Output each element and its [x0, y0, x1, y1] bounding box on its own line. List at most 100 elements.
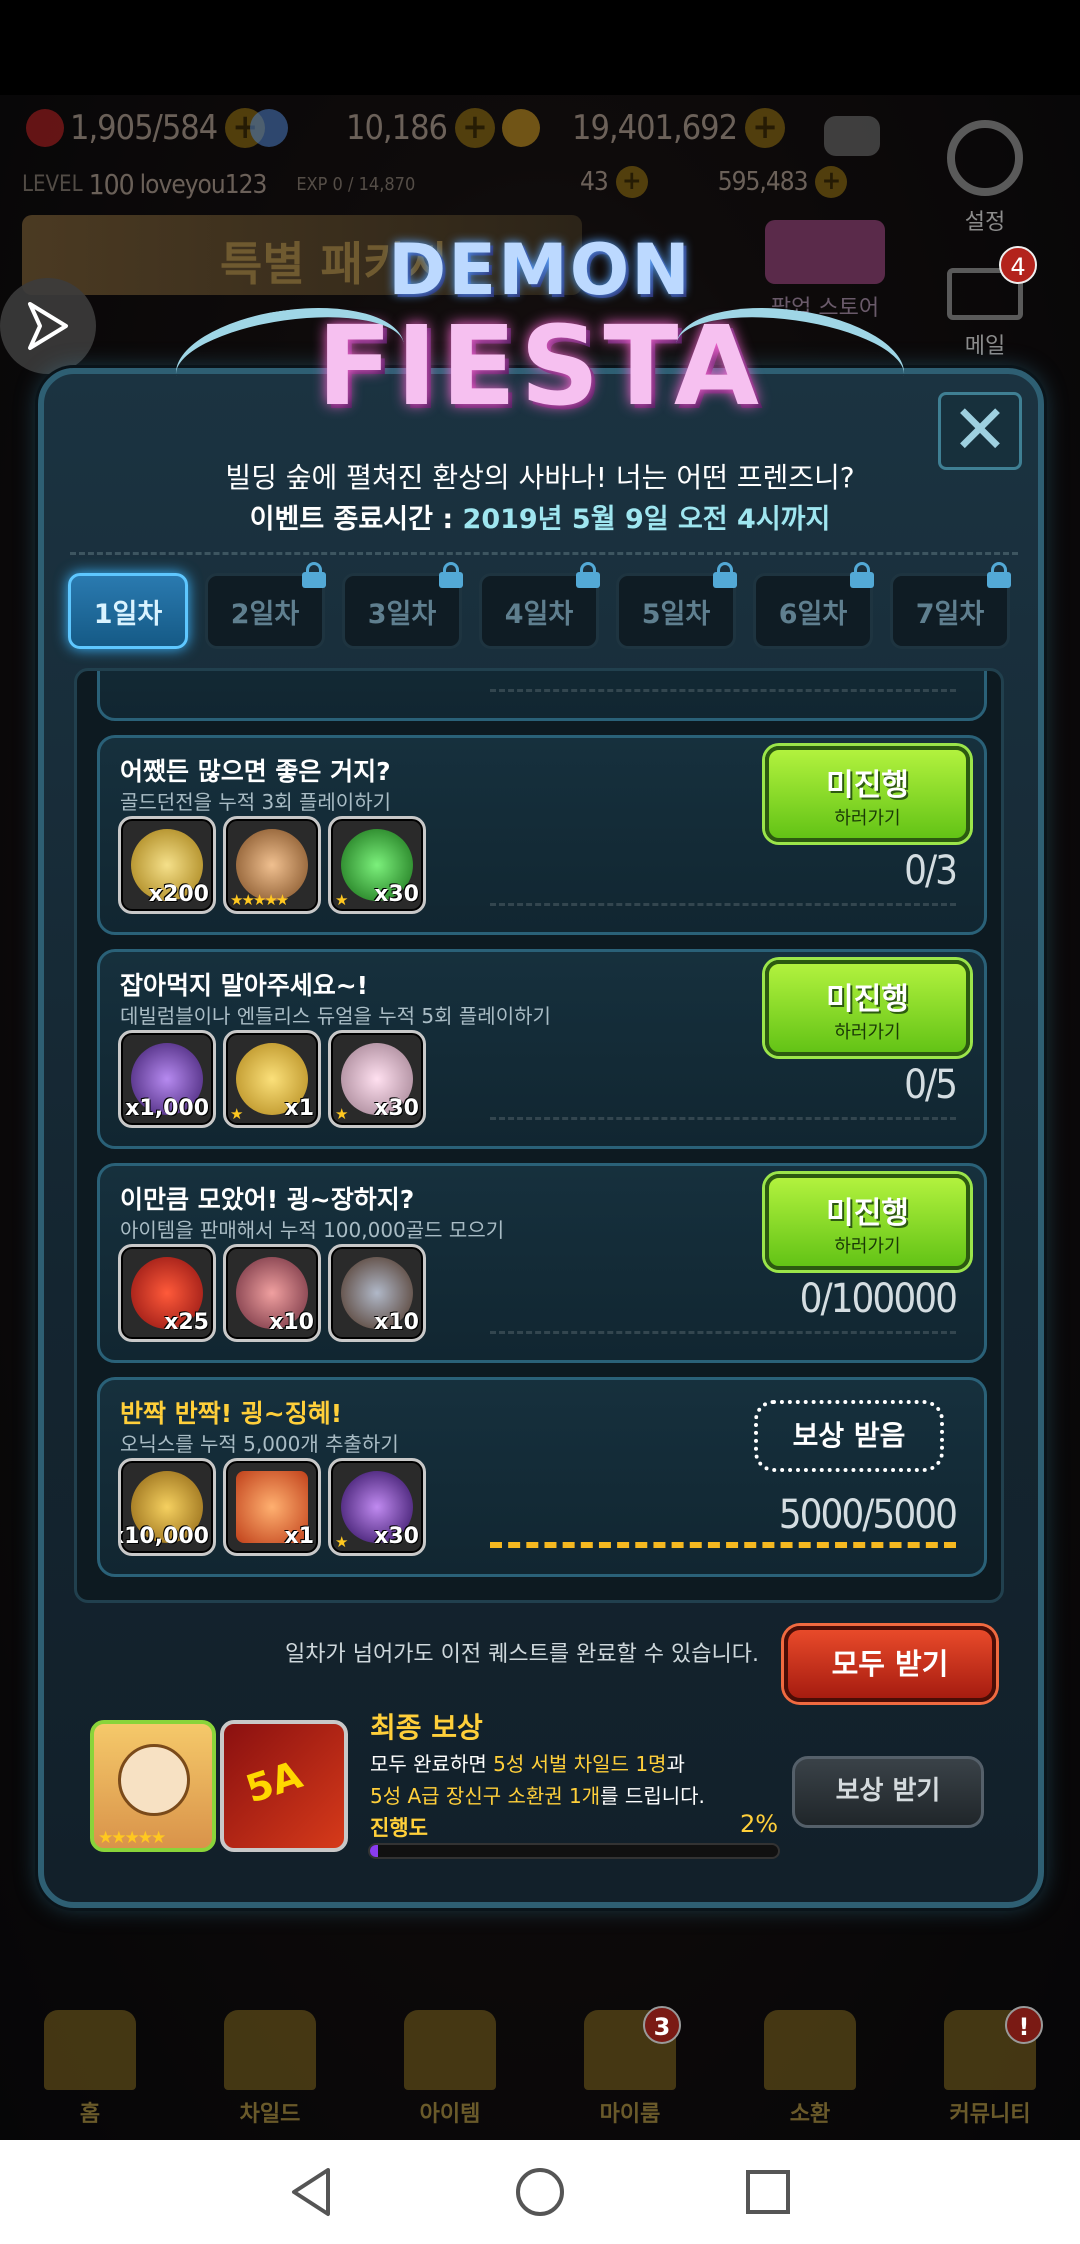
hud-gold: 19,401,692 + — [502, 108, 786, 148]
quest-progress-bar — [490, 1331, 956, 1334]
mail-badge: 4 — [999, 246, 1037, 284]
nav-label: 차일드 — [239, 2102, 301, 2127]
add-gems-button[interactable]: + — [455, 108, 495, 148]
home-button[interactable] — [488, 2140, 592, 2244]
tab-day-2[interactable]: 2일차 — [205, 562, 326, 649]
nav-item[interactable]: 아이템 — [375, 2010, 525, 2140]
reward-hammer[interactable]: x10 — [328, 1244, 426, 1342]
quest-progress: 5000/5000 — [778, 1492, 958, 1538]
recents-button[interactable] — [716, 2140, 820, 2244]
nav-label: 소환 — [789, 2102, 831, 2127]
quest-desc: 오닉스를 누적 5,000개 추출하기 — [120, 1432, 399, 1456]
summon-icon — [764, 2010, 856, 2090]
divider — [70, 552, 1018, 555]
item-icon — [404, 2010, 496, 2090]
tab-day-7[interactable]: 7일차 — [890, 562, 1011, 649]
ticket-label: 5A — [240, 1752, 308, 1812]
add-stat1-button[interactable]: + — [615, 166, 648, 198]
add-stat2-button[interactable]: + — [815, 166, 848, 198]
quest-go-button[interactable]: 미진행 하러가기 — [765, 746, 970, 842]
quest-go-button[interactable]: 미진행 하러가기 — [765, 1174, 970, 1270]
child-icon — [224, 2010, 316, 2090]
heart-icon — [26, 109, 64, 147]
tab-day-5[interactable]: 5일차 — [616, 562, 737, 649]
tab-label: 3일차 — [367, 598, 437, 630]
play-store-button[interactable] — [0, 278, 96, 374]
username: loveyou123 — [139, 169, 268, 200]
reward-onyx[interactable]: ★ x30 — [328, 1458, 426, 1556]
reward-stars: ★ — [230, 1105, 244, 1123]
final-reward-desc: 모두 완료하면 5성 서벌 차일드 1명과 5성 A급 장신구 소환권 1개를 … — [370, 1748, 705, 1812]
tab-day-3[interactable]: 3일차 — [342, 562, 463, 649]
lock-icon — [850, 562, 874, 588]
quest-list[interactable]: 어쨌든 많으면 좋은 거지? 골드던전을 누적 3회 플레이하기 x200 ★★… — [74, 668, 1004, 1603]
progress-percent: 2% — [740, 1810, 779, 1838]
gem-icon — [250, 109, 288, 147]
lock-icon — [713, 562, 737, 588]
tab-day-6[interactable]: 6일차 — [753, 562, 874, 649]
reward-crystal[interactable]: x10 — [223, 1244, 321, 1342]
reward-ticket[interactable]: x1 — [223, 1458, 321, 1556]
reward-pearl[interactable]: ★ x30 — [328, 1030, 426, 1128]
tab-label: 5일차 — [641, 598, 711, 630]
reward-qty: x10 — [374, 1310, 419, 1335]
desc-text: 를 드립니다. — [600, 1784, 705, 1808]
quest-go-button[interactable]: 미진행 하러가기 — [765, 960, 970, 1056]
chat-icon[interactable] — [824, 116, 880, 156]
quest-progress: 0/100000 — [799, 1276, 958, 1322]
hearts-value: 1,905/584 — [70, 108, 218, 148]
nav-child[interactable]: 차일드 — [195, 2010, 345, 2140]
reward-qty: x25 — [164, 1310, 209, 1335]
settings-label: 설정 — [964, 210, 1006, 235]
home-icon — [44, 2010, 136, 2090]
level-label: LEVEL — [22, 172, 83, 197]
hud-gems: 10,186 + — [250, 108, 495, 148]
play-icon — [28, 302, 68, 350]
quest-title: 어쨌든 많으면 좋은 거지? — [120, 757, 391, 786]
reward-list: x1,000 ★ x1 ★ x30 — [118, 1030, 433, 1128]
tab-day-4[interactable]: 4일차 — [479, 562, 600, 649]
claim-final-button[interactable]: 보상 받기 — [792, 1756, 984, 1828]
reward-stars: ★★★★★ — [230, 891, 289, 909]
lock-icon — [987, 562, 1011, 588]
gems-value: 10,186 — [346, 108, 448, 148]
quest-title: 이만큼 모았어! 굉~장하지? — [120, 1185, 415, 1214]
tab-day-1[interactable]: 1일차 — [68, 573, 188, 649]
nav-summon[interactable]: 소환 — [735, 2010, 885, 2140]
reward-list: x200 ★★★★★ ★ x30 — [118, 816, 433, 914]
tab-label: 2일차 — [230, 598, 300, 630]
reward-qty: x200 — [148, 882, 209, 907]
nav-label: 아이템 — [419, 2102, 481, 2127]
lock-icon — [439, 562, 463, 588]
quest-progress-bar — [490, 1542, 956, 1548]
reward-gold-pile[interactable]: x10,000 — [118, 1458, 216, 1556]
gear-icon — [947, 120, 1023, 196]
final-reward-character[interactable]: ★★★★★ — [90, 1720, 216, 1852]
mail-button[interactable]: 메일 4 — [935, 246, 1037, 360]
reward-gold-coin[interactable]: x200 — [118, 816, 216, 914]
reward-emerald[interactable]: ★ x30 — [328, 816, 426, 914]
final-reward-ticket[interactable]: 5A — [220, 1720, 348, 1852]
exp-text: EXP 0 / 14,870 — [296, 174, 416, 195]
desc-text: 과 — [666, 1752, 685, 1776]
reward-dark-gem[interactable]: x1,000 — [118, 1030, 216, 1128]
add-gold-button[interactable]: + — [745, 108, 786, 148]
reward-qty: x1,000 — [125, 1096, 209, 1121]
settings-button[interactable]: 설정 — [935, 120, 1035, 236]
reward-qty: x30 — [374, 882, 419, 907]
reward-gold-medal[interactable]: ★ x1 — [223, 1030, 321, 1128]
nav-myroom[interactable]: 마이룸 3 — [555, 2006, 705, 2140]
system-nav-bar — [0, 2140, 1080, 2244]
quest-desc: 아이템을 판매해서 누적 100,000골드 모으기 — [120, 1218, 505, 1242]
back-button[interactable] — [260, 2140, 364, 2244]
reward-stars: ★ — [335, 1533, 349, 1551]
nav-home[interactable]: 홈 — [15, 2010, 165, 2140]
nav-community[interactable]: 커뮤니티! — [915, 2006, 1065, 2140]
go-button-sublabel: 하러가기 — [834, 1236, 901, 1257]
recents-icon — [746, 2170, 790, 2214]
claim-all-button[interactable]: 모두 받기 — [784, 1626, 996, 1702]
reward-heart[interactable]: x25 — [118, 1244, 216, 1342]
mail-label: 메일 — [964, 334, 1006, 359]
tab-label: 7일차 — [915, 598, 985, 630]
reward-medal[interactable]: ★★★★★ — [223, 816, 321, 914]
